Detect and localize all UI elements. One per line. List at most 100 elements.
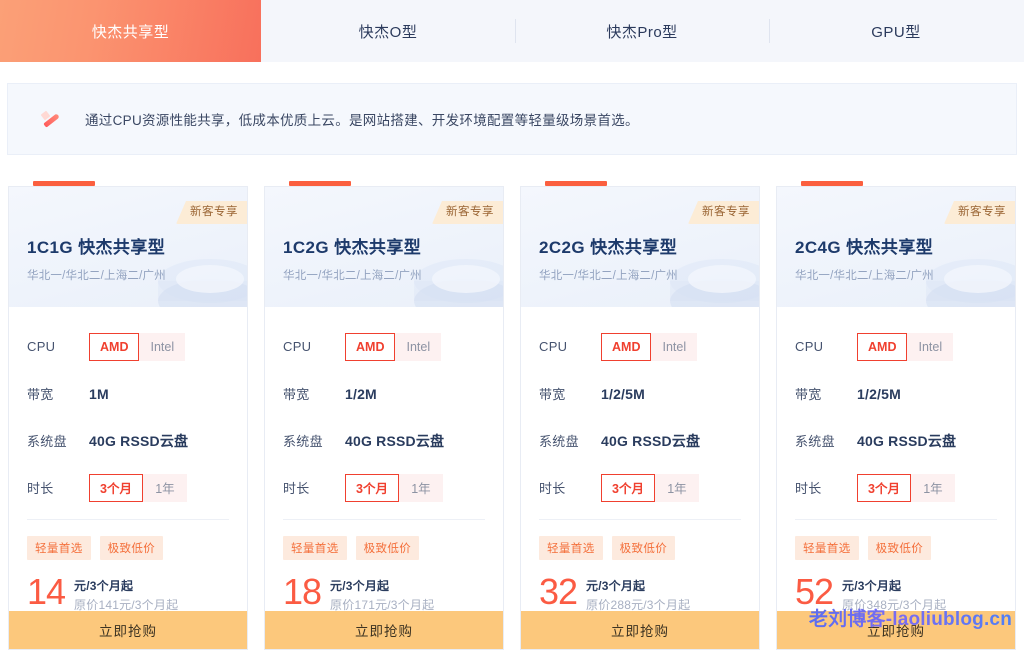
cpu-option-group: AMD Intel — [89, 332, 186, 361]
spec-list: CPU AMD Intel 带宽 1/2M 系统盘 40G RSSD云盘 时长 … — [265, 307, 503, 511]
spec-value: 1M — [89, 385, 109, 402]
duration-option-1year[interactable]: 1年 — [910, 473, 955, 502]
card-regions: 华北一/华北二/上海二/广州 — [283, 270, 422, 282]
tag-list: 轻量首选 极致低价 — [265, 520, 503, 560]
tag: 极致低价 — [867, 536, 932, 560]
tab-label: 快杰共享型 — [91, 23, 170, 41]
product-card-slot: 新客专享 2C2G 快杰共享型 华北一/华北二/上海二/广州 CPU AMD I… — [512, 181, 768, 650]
tag-list: 轻量首选 极致低价 — [777, 520, 1015, 560]
price-amount: 14 — [27, 571, 66, 612]
duration-option-3months[interactable]: 3个月 — [89, 473, 143, 502]
tag: 极致低价 — [611, 536, 676, 560]
duration-option-group: 3个月 1年 — [89, 473, 187, 502]
spec-label: 带宽 — [795, 387, 822, 402]
card-header: 新客专享 1C2G 快杰共享型 华北一/华北二/上海二/广州 — [265, 187, 503, 307]
spec-row-cpu: CPU AMD Intel — [27, 323, 229, 370]
buy-now-button[interactable]: 立即抢购 — [777, 611, 1015, 649]
tab-gpu[interactable]: GPU型 — [769, 0, 1023, 62]
cpu-option-intel[interactable]: Intel — [395, 332, 442, 361]
spec-value: 1/2/5M — [857, 385, 901, 402]
product-card-list: 新客专享 1C1G 快杰共享型 华北一/华北二/上海二/广州 CPU AMD I… — [0, 181, 1024, 650]
tag: 轻量首选 — [795, 536, 859, 560]
cpu-option-intel[interactable]: Intel — [139, 332, 186, 361]
spec-label: 系统盘 — [27, 434, 67, 449]
tag-list: 轻量首选 极致低价 — [9, 520, 247, 560]
spec-value: 1/2M — [345, 385, 377, 402]
price-unit: 元/3个月起 — [586, 579, 646, 593]
card-header: 新客专享 2C4G 快杰共享型 华北一/华北二/上海二/广州 — [777, 187, 1015, 307]
spec-label: 系统盘 — [283, 434, 323, 449]
cpu-option-amd[interactable]: AMD — [345, 332, 396, 361]
card-title: 2C4G 快杰共享型 — [795, 238, 934, 257]
spec-value: 40G RSSD云盘 — [601, 432, 701, 449]
new-customer-badge: 新客专享 — [944, 201, 1015, 224]
spec-label: 时长 — [27, 481, 54, 496]
spec-label: CPU — [27, 339, 56, 354]
tag-list: 轻量首选 极致低价 — [521, 520, 759, 560]
product-card[interactable]: 新客专享 1C1G 快杰共享型 华北一/华北二/上海二/广州 CPU AMD I… — [8, 181, 248, 650]
duration-option-group: 3个月 1年 — [857, 473, 955, 502]
product-card[interactable]: 新客专享 2C4G 快杰共享型 华北一/华北二/上海二/广州 CPU AMD I… — [776, 181, 1016, 650]
price-block: 52 元/3个月起 原价348元/3个月起 — [777, 560, 1015, 613]
spec-row-cpu: CPU AMD Intel — [283, 323, 485, 370]
duration-option-1year[interactable]: 1年 — [398, 473, 443, 502]
new-customer-badge: 新客专享 — [432, 201, 503, 224]
card-accent-bar — [545, 181, 607, 186]
spec-row-cpu: CPU AMD Intel — [539, 323, 741, 370]
spec-label: CPU — [283, 339, 312, 354]
price-detail: 元/3个月起 原价141元/3个月起 — [74, 574, 178, 613]
card-header: 新客专享 1C1G 快杰共享型 华北一/华北二/上海二/广州 — [9, 187, 247, 307]
spec-label: CPU — [539, 339, 568, 354]
price-unit: 元/3个月起 — [74, 579, 134, 593]
spec-row-cpu: CPU AMD Intel — [795, 323, 997, 370]
price-block: 18 元/3个月起 原价171元/3个月起 — [265, 560, 503, 613]
cpu-option-amd[interactable]: AMD — [601, 332, 652, 361]
spec-label: CPU — [795, 339, 824, 354]
tag: 极致低价 — [355, 536, 420, 560]
spec-row-systemdisk: 系统盘 40G RSSD云盘 — [795, 417, 997, 464]
spec-row-duration: 时长 3个月 1年 — [795, 464, 997, 511]
duration-option-1year[interactable]: 1年 — [142, 473, 187, 502]
tab-kuaijie-o[interactable]: 快杰O型 — [261, 0, 515, 62]
tag: 轻量首选 — [283, 536, 347, 560]
tag: 轻量首选 — [539, 536, 603, 560]
price-detail: 元/3个月起 原价348元/3个月起 — [842, 574, 946, 613]
new-customer-badge: 新客专享 — [176, 201, 247, 224]
duration-option-3months[interactable]: 3个月 — [857, 473, 911, 502]
cpu-option-intel[interactable]: Intel — [651, 332, 698, 361]
tab-kuaijie-shared[interactable]: 快杰共享型 — [0, 0, 261, 62]
duration-option-group: 3个月 1年 — [345, 473, 443, 502]
cpu-option-amd[interactable]: AMD — [857, 332, 908, 361]
spec-label: 时长 — [795, 481, 822, 496]
tab-kuaijie-pro[interactable]: 快杰Pro型 — [515, 0, 769, 62]
spec-label: 系统盘 — [795, 434, 835, 449]
spec-label: 系统盘 — [539, 434, 579, 449]
spec-value: 1/2/5M — [601, 385, 645, 402]
spec-label: 时长 — [539, 481, 566, 496]
card-title: 1C1G 快杰共享型 — [27, 238, 166, 257]
product-type-tabbar: 快杰共享型 快杰O型 快杰Pro型 GPU型 — [0, 0, 1024, 62]
cpu-option-intel[interactable]: Intel — [907, 332, 954, 361]
price-amount: 52 — [795, 571, 834, 612]
duration-option-1year[interactable]: 1年 — [654, 473, 699, 502]
price-detail: 元/3个月起 原价288元/3个月起 — [586, 574, 690, 613]
card-accent-bar — [33, 181, 95, 186]
spec-value: 40G RSSD云盘 — [857, 432, 957, 449]
cpu-option-amd[interactable]: AMD — [89, 332, 140, 361]
duration-option-3months[interactable]: 3个月 — [601, 473, 655, 502]
product-card[interactable]: 新客专享 2C2G 快杰共享型 华北一/华北二/上海二/广州 CPU AMD I… — [520, 181, 760, 650]
cpu-option-group: AMD Intel — [857, 332, 954, 361]
buy-now-button[interactable]: 立即抢购 — [9, 611, 247, 649]
spec-list: CPU AMD Intel 带宽 1M 系统盘 40G RSSD云盘 时长 3个… — [9, 307, 247, 511]
spec-row-bandwidth: 带宽 1/2/5M — [539, 370, 741, 417]
buy-now-button[interactable]: 立即抢购 — [521, 611, 759, 649]
ribbon-icon — [41, 109, 61, 129]
product-card[interactable]: 新客专享 1C2G 快杰共享型 华北一/华北二/上海二/广州 CPU AMD I… — [264, 181, 504, 650]
tab-label: 快杰Pro型 — [606, 23, 678, 41]
spec-row-systemdisk: 系统盘 40G RSSD云盘 — [27, 417, 229, 464]
duration-option-3months[interactable]: 3个月 — [345, 473, 399, 502]
buy-now-button[interactable]: 立即抢购 — [265, 611, 503, 649]
price-block: 14 元/3个月起 原价141元/3个月起 — [9, 560, 247, 613]
spec-row-bandwidth: 带宽 1M — [27, 370, 229, 417]
spec-label: 带宽 — [27, 387, 54, 402]
